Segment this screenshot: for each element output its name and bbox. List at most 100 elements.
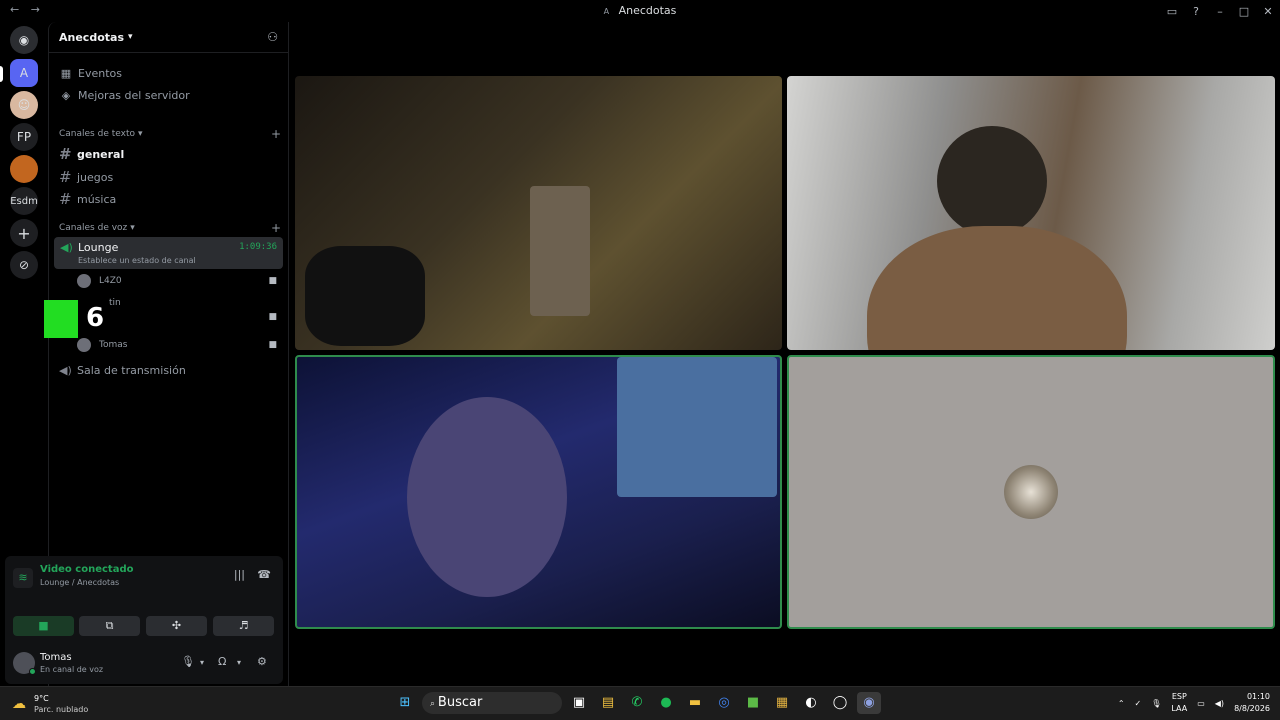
discord-home-icon[interactable]: ◉ (10, 26, 38, 54)
maximize-button[interactable]: □ (1232, 5, 1256, 18)
close-button[interactable]: ✕ (1256, 5, 1280, 18)
server-fp[interactable]: FP (10, 123, 38, 151)
speaker-icon: ◀) (59, 364, 72, 377)
whatsapp-icon[interactable]: ✆ (625, 692, 649, 714)
channel-musica[interactable]: # música (59, 190, 116, 208)
avatar (1004, 465, 1058, 519)
clock-time: 01:10 (1246, 692, 1270, 701)
connection-location: Lounge / Anecdotas (40, 578, 120, 587)
add-server-icon[interactable]: + (10, 219, 38, 247)
channel-label: Sala de transmisión (77, 364, 186, 377)
person-head-shape (407, 397, 567, 597)
video-tile[interactable] (787, 76, 1275, 350)
server-header[interactable]: Anecdotas ▾ ⚇ (49, 22, 288, 53)
file-explorer-icon[interactable]: ▬ (683, 692, 707, 714)
video-tile-speaking[interactable] (787, 355, 1275, 629)
sidebar-item-mejoras[interactable]: ◈ Mejoras del servidor (59, 89, 190, 102)
status-dot (29, 668, 36, 675)
category-label: Canales de texto (59, 129, 135, 139)
add-channel-icon[interactable]: + (271, 221, 281, 235)
voice-channel-lounge[interactable]: ◀) Lounge 1:09:36 Establece un estado de… (54, 237, 283, 269)
camera-icon: ■ (268, 312, 277, 322)
user-panel[interactable]: Tomas En canal de voz 🎙 ▾ Ω ▾ ⚙ (13, 652, 275, 680)
server-game-icon[interactable] (10, 155, 38, 183)
system-tray: ⌃ ✓ 🎙 ESP LAA ▭ ◀) 01:10 8/8/2026 (1108, 691, 1270, 715)
hash-icon: # (59, 168, 72, 186)
taskbar-search[interactable]: ⌕ Buscar (422, 692, 562, 714)
invite-people-icon[interactable]: ⚇ (267, 30, 278, 44)
stage-channel[interactable]: ◀) Sala de transmisión (59, 364, 186, 377)
category-label: Canales de voz (59, 223, 128, 233)
poster-shape (617, 357, 777, 497)
windows-start-icon[interactable]: ⊞ (393, 692, 417, 714)
avatar (77, 338, 91, 352)
microphone-icon[interactable]: 🎙 (1151, 699, 1161, 708)
voice-user[interactable]: Tomas ■ (77, 338, 277, 352)
chevron-down-icon[interactable]: ▾ (200, 658, 204, 667)
noise-suppression-icon[interactable]: ||| (234, 568, 245, 581)
inbox-icon[interactable]: ▭ (1160, 5, 1184, 18)
sidebar-item-label: Eventos (78, 67, 122, 80)
chrome-icon[interactable]: ◎ (712, 692, 736, 714)
chevron-up-icon[interactable]: ⌃ (1118, 699, 1125, 708)
spotify-icon[interactable]: ● (654, 692, 678, 714)
sidebar-item-eventos[interactable]: ▦ Eventos (59, 67, 122, 80)
activities-button[interactable]: ✣ (146, 616, 207, 636)
server-esdm-label: Esdm (10, 195, 38, 207)
connection-status: Video conectado (40, 564, 134, 575)
language-indicator[interactable]: ESP LAA (1171, 691, 1187, 715)
channel-label: juegos (77, 170, 114, 184)
clock[interactable]: 01:10 8/8/2026 (1234, 691, 1270, 715)
task-view-icon[interactable]: ▣ (567, 692, 591, 714)
minecraft-icon[interactable]: ■ (741, 692, 765, 714)
server-esdm[interactable]: Esdm (10, 187, 38, 215)
soundboard-button[interactable]: ♬ (213, 616, 274, 636)
sidebar-item-label: Mejoras del servidor (78, 89, 190, 102)
voice-user[interactable]: L4Z0 ■ (77, 274, 277, 288)
person-head-shape (937, 126, 1047, 236)
server-anecdotas-label: A (19, 66, 29, 80)
speaker-icon: ◀) (60, 241, 73, 254)
category-text-channels[interactable]: Canales de texto ▾ + (59, 127, 281, 141)
weather-icon: ☁ (12, 696, 26, 712)
video-tile-speaking[interactable] (295, 355, 782, 629)
steam-icon[interactable]: ◐ (799, 692, 823, 714)
minimize-button[interactable]: – (1208, 5, 1232, 18)
shelf-shape (530, 186, 590, 316)
chevron-down-icon[interactable]: ▾ (237, 658, 241, 667)
store-icon[interactable]: ▤ (596, 692, 620, 714)
github-icon[interactable]: ◯ (828, 692, 852, 714)
disconnect-icon[interactable]: ☎ (257, 568, 271, 581)
screen-share-button[interactable]: ⧉ (79, 616, 140, 636)
channel-general[interactable]: # general (59, 145, 124, 163)
category-voice-channels[interactable]: Canales de voz ▾ + (59, 221, 281, 235)
microphone-icon[interactable]: 🎙 (181, 655, 195, 668)
calendar-icon: ▦ (60, 67, 72, 80)
camera-icon: ■ (268, 340, 277, 350)
camera-button[interactable]: ■ (13, 616, 74, 636)
channel-juegos[interactable]: # juegos (59, 168, 113, 186)
server-anecdotas[interactable]: A (10, 59, 38, 87)
hash-icon: # (59, 145, 72, 163)
channel-status-input[interactable]: Establece un estado de canal (78, 256, 196, 265)
server-name: Anecdotas (59, 30, 124, 44)
antivirus-icon[interactable]: ✓ (1135, 699, 1142, 708)
taskbar: ☁ 9°C Parc. nublado ⊞ ⌕ Buscar ▣ ▤ ✆ ● ▬… (0, 686, 1280, 720)
server-avatar-icon[interactable]: ☺ (10, 91, 38, 119)
signal-icon: ≋ (13, 568, 33, 588)
help-icon[interactable]: ? (1184, 5, 1208, 18)
discover-icon[interactable]: ⊘ (10, 251, 38, 279)
channel-label: música (77, 192, 117, 206)
headphones-icon[interactable]: Ω (218, 655, 226, 668)
voice-user[interactable]: tin (77, 296, 277, 310)
add-channel-icon[interactable]: + (271, 127, 281, 141)
person-body-shape (867, 226, 1127, 350)
discord-icon[interactable]: ◉ (857, 692, 881, 714)
app-icon[interactable]: ▦ (770, 692, 794, 714)
volume-icon[interactable]: ◀) (1215, 699, 1224, 708)
gear-icon[interactable]: ⚙ (257, 655, 267, 668)
network-icon[interactable]: ▭ (1197, 699, 1205, 708)
video-tile[interactable] (295, 76, 782, 350)
window-title: A Anecdotas (0, 4, 1280, 17)
title-bar: ← → A Anecdotas ▭ ? – □ ✕ (0, 0, 1280, 22)
